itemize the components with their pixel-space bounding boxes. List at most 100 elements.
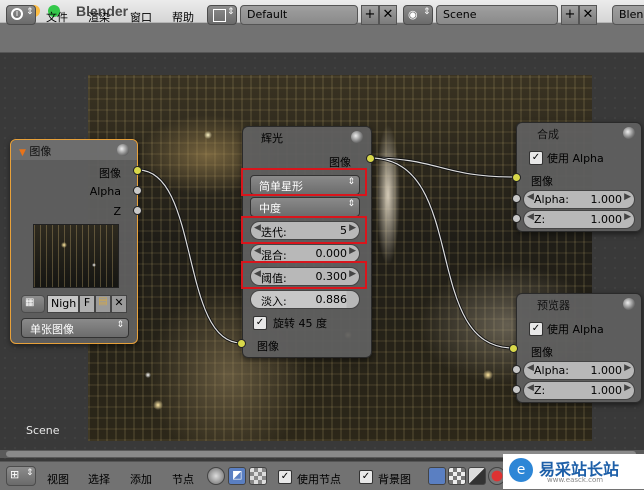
fake-user-button[interactable]: F xyxy=(79,295,95,313)
image-node[interactable]: ▼ 图像 图像 Alpha Z ▦ Nigh F ▤ ✕ 单张图像 ⇕ xyxy=(10,139,138,344)
decrement-arrow-icon[interactable]: ◀ xyxy=(527,363,534,373)
output-label-z: Z xyxy=(113,205,121,218)
menu-select[interactable]: 选择 xyxy=(88,471,110,487)
use-nodes-label: 使用节点 xyxy=(297,473,341,486)
viewer-z-socket[interactable] xyxy=(512,385,521,394)
menu-add[interactable]: 添加 xyxy=(130,471,152,487)
x-icon: ✕ xyxy=(114,296,124,309)
composite-node-title: 合成 xyxy=(537,128,559,141)
watermark-subtext: www.easck.com xyxy=(547,476,604,484)
increment-arrow-icon[interactable]: ▶ xyxy=(624,383,631,393)
compositing-nodes-button[interactable]: ◩ xyxy=(228,467,246,485)
decrement-arrow-icon[interactable]: ◀ xyxy=(527,192,534,202)
updown-arrow-icon: ⇕ xyxy=(347,199,355,209)
image-source-dropdown[interactable]: 单张图像 ⇕ xyxy=(21,318,129,338)
increment-arrow-icon[interactable]: ▶ xyxy=(624,192,631,202)
z-output-socket[interactable] xyxy=(133,206,142,215)
composite-alpha-label: Alpha: xyxy=(534,193,569,206)
glare-output-socket[interactable] xyxy=(366,154,375,163)
use-nodes-checkbox[interactable]: ✓ xyxy=(278,470,292,484)
scene-name-overlay: Scene xyxy=(26,424,60,437)
updown-arrow-icon: ⇕ xyxy=(116,320,124,330)
node-preview-toggle-icon[interactable] xyxy=(623,127,635,139)
composite-z-label: Z: xyxy=(534,213,546,226)
image-name-field[interactable]: Nigh xyxy=(47,295,79,313)
composite-alpha-field[interactable]: ◀ Alpha: 1.000 ▶ xyxy=(523,190,635,209)
glare-input-socket[interactable] xyxy=(237,339,246,348)
image-node-title: 图像 xyxy=(29,145,52,158)
viewer-z-label: Z: xyxy=(534,384,546,397)
unlink-image-button[interactable]: ✕ xyxy=(111,295,127,313)
glare-quality-dropdown[interactable]: 中度 ⇕ xyxy=(250,197,360,217)
image-output-socket[interactable] xyxy=(133,166,142,175)
image-icon: ▦ xyxy=(25,297,35,308)
open-folder-button[interactable]: ▤ xyxy=(95,295,111,313)
increment-arrow-icon[interactable]: ▶ xyxy=(624,212,631,222)
output-label-image: 图像 xyxy=(99,167,121,180)
composite-z-value: 1.000 xyxy=(590,213,623,226)
image-thumbnail xyxy=(33,224,119,288)
fade-slider[interactable]: 淡入: 0.886 xyxy=(250,290,360,309)
viewer-image-socket[interactable] xyxy=(509,344,518,353)
link-image-to-glare-highlight xyxy=(137,169,242,344)
increment-arrow-icon[interactable]: ▶ xyxy=(349,246,356,256)
alpha-channel-button[interactable] xyxy=(448,467,466,485)
composite-alpha-value: 1.000 xyxy=(590,193,623,206)
composite-icon: ◩ xyxy=(232,468,243,481)
increment-arrow-icon[interactable]: ▶ xyxy=(624,363,631,373)
composite-use-alpha-checkbox[interactable]: ✓ xyxy=(529,151,543,165)
viewer-alpha-field[interactable]: ◀ Alpha: 1.000 ▶ xyxy=(523,361,635,380)
output-label-alpha: Alpha xyxy=(89,185,121,198)
node-preview-toggle-icon[interactable] xyxy=(623,298,635,310)
decrement-arrow-icon[interactable]: ◀ xyxy=(254,246,261,256)
updown-arrow-icon: ⇕ xyxy=(26,468,34,478)
node-editor-type-button[interactable]: ⊞ ⇕ xyxy=(6,466,36,486)
composite-image-socket[interactable] xyxy=(512,173,521,182)
node-preview-toggle-icon[interactable] xyxy=(351,131,363,143)
watermark-logo: e 易采站长站 www.easck.com xyxy=(503,454,644,489)
image-browse-button[interactable]: ▦ xyxy=(21,295,45,313)
composite-alpha-socket[interactable] xyxy=(512,194,521,203)
node-preview-toggle-icon[interactable] xyxy=(117,144,129,156)
composite-use-alpha-label: 使用 Alpha xyxy=(547,152,604,165)
composite-z-socket[interactable] xyxy=(512,214,521,223)
glare-quality-value: 中度 xyxy=(259,202,281,215)
folder-icon: ▤ xyxy=(98,296,108,307)
viewer-use-alpha-label: 使用 Alpha xyxy=(547,323,604,336)
backdrop-label: 背景图 xyxy=(378,473,411,486)
decrement-arrow-icon[interactable]: ◀ xyxy=(527,383,534,393)
menu-node[interactable]: 节点 xyxy=(172,471,194,487)
viewer-node-title: 预览器 xyxy=(537,299,570,312)
shader-nodes-button[interactable] xyxy=(207,467,225,485)
fade-label: 淡入: xyxy=(261,295,287,308)
color-channel-button[interactable] xyxy=(428,467,446,485)
viewer-node[interactable]: 预览器 ✓ 使用 Alpha 图像 ◀ Alpha: 1.000 ▶ ◀ Z: … xyxy=(516,293,642,403)
viewer-z-field[interactable]: ◀ Z: 1.000 ▶ xyxy=(523,381,635,400)
composite-z-field[interactable]: ◀ Z: 1.000 ▶ xyxy=(523,210,635,229)
texture-nodes-button[interactable] xyxy=(249,467,267,485)
highlight-glare-type xyxy=(241,168,367,196)
color-alpha-button[interactable] xyxy=(468,467,486,485)
viewer-use-alpha-checkbox[interactable]: ✓ xyxy=(529,322,543,336)
glare-node-title: 辉光 xyxy=(261,132,283,145)
mix-value: 0.000 xyxy=(315,247,348,260)
viewer-alpha-value: 1.000 xyxy=(590,364,623,377)
menu-view[interactable]: 视图 xyxy=(47,471,69,487)
fade-value: 0.886 xyxy=(315,293,348,306)
alpha-output-socket[interactable] xyxy=(133,186,142,195)
glare-input-label: 图像 xyxy=(257,340,279,353)
composite-node[interactable]: 合成 ✓ 使用 Alpha 图像 ◀ Alpha: 1.000 ▶ ◀ Z: 1… xyxy=(516,122,642,232)
viewer-alpha-label: Alpha: xyxy=(534,364,569,377)
composite-image-input-label: 图像 xyxy=(531,175,553,188)
backdrop-checkbox[interactable]: ✓ xyxy=(359,470,373,484)
highlight-threshold xyxy=(241,261,367,289)
rotate45-checkbox[interactable]: ✓ xyxy=(253,316,267,330)
decrement-arrow-icon[interactable]: ◀ xyxy=(527,212,534,222)
link-glare-to-viewer xyxy=(369,156,514,350)
link-glare-to-viewer-highlight xyxy=(369,157,514,349)
image-source-value: 单张图像 xyxy=(30,323,74,336)
viewer-alpha-socket[interactable] xyxy=(512,365,521,374)
viewer-image-input-label: 图像 xyxy=(531,346,553,359)
collapse-triangle-icon[interactable]: ▼ xyxy=(19,148,26,158)
highlight-iterations xyxy=(241,216,367,244)
